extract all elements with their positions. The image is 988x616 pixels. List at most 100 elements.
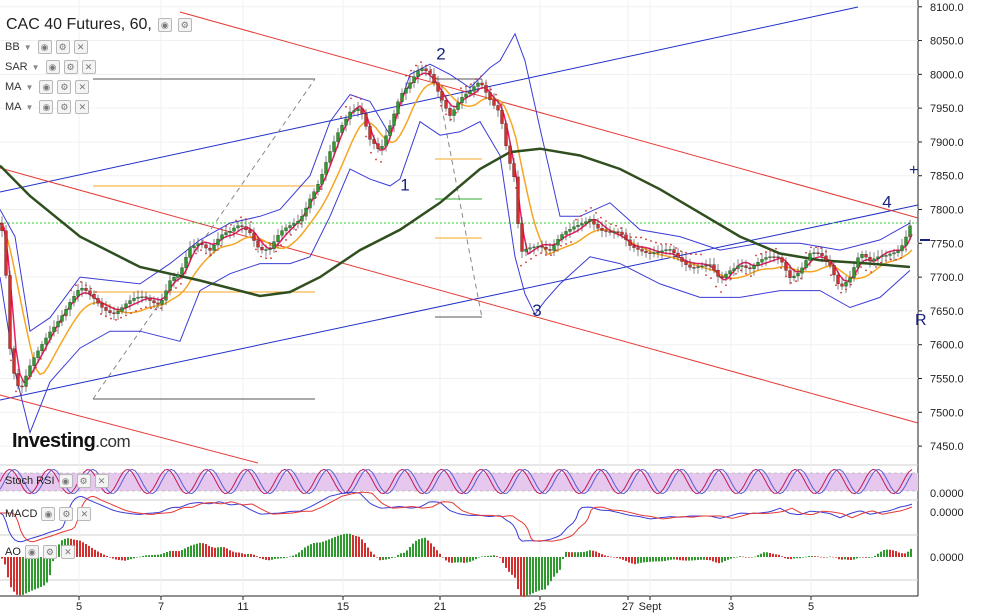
ao-bar bbox=[742, 556, 744, 558]
x-tick-label: 5 bbox=[808, 601, 814, 613]
y-tick-label: 7450.0 bbox=[930, 441, 964, 453]
ao-bar bbox=[388, 557, 390, 559]
x-tick-label: 21 bbox=[434, 601, 446, 613]
ao-bar bbox=[211, 547, 213, 557]
sar-dot bbox=[745, 272, 747, 275]
visibility-eye-icon[interactable]: ◉ bbox=[37, 40, 52, 54]
candle-body bbox=[728, 270, 732, 275]
ao-bar bbox=[523, 557, 525, 597]
close-icon[interactable]: ✕ bbox=[94, 474, 109, 488]
close-icon[interactable]: ✕ bbox=[60, 545, 75, 559]
sar-dot bbox=[215, 249, 217, 251]
close-icon[interactable]: ✕ bbox=[77, 507, 92, 521]
visibility-eye-icon[interactable]: ◉ bbox=[39, 100, 54, 114]
sar-dot bbox=[685, 251, 687, 254]
stoch-rsi-label: Stoch RSI bbox=[5, 475, 55, 487]
candle-body bbox=[764, 257, 768, 260]
ao-bar bbox=[448, 557, 450, 563]
indicator-row-ma-2[interactable]: MA ▼ ◉ ⚙ ✕ bbox=[5, 100, 90, 114]
candle-body bbox=[748, 267, 752, 270]
candle-body bbox=[252, 232, 256, 241]
candle-body bbox=[816, 252, 820, 254]
candle-body bbox=[24, 375, 28, 387]
candle-body bbox=[640, 249, 644, 252]
candle-body bbox=[612, 231, 616, 233]
ao-bar bbox=[802, 557, 804, 558]
ao-bar bbox=[331, 538, 333, 557]
ao-label-row[interactable]: AO ◉ ⚙ ✕ bbox=[5, 545, 75, 559]
candle-body bbox=[272, 241, 276, 249]
sar-dot bbox=[130, 312, 132, 315]
sar-dot bbox=[895, 258, 897, 261]
settings-gear-icon[interactable]: ⚙ bbox=[59, 507, 74, 521]
ao-bar bbox=[487, 555, 489, 557]
visibility-eye-icon[interactable]: ◉ bbox=[58, 474, 73, 488]
ao-bar bbox=[760, 553, 762, 557]
ao-bar bbox=[391, 557, 393, 558]
ao-bar bbox=[478, 557, 480, 558]
ao-bar bbox=[790, 557, 792, 560]
visibility-eye-icon[interactable]: ◉ bbox=[41, 507, 56, 521]
settings-gear-icon[interactable]: ⚙ bbox=[42, 545, 57, 559]
settings-gear-icon[interactable]: ⚙ bbox=[76, 474, 91, 488]
sar-dot bbox=[85, 284, 87, 287]
ao-bar bbox=[694, 557, 696, 561]
settings-gear-icon[interactable]: ⚙ bbox=[177, 18, 192, 32]
ao-bar bbox=[568, 552, 570, 557]
candle-body bbox=[760, 259, 764, 263]
visibility-eye-icon[interactable]: ◉ bbox=[39, 80, 54, 94]
sar-dot bbox=[500, 103, 502, 106]
ao-bar bbox=[484, 556, 486, 557]
sar-dot bbox=[890, 258, 892, 261]
visibility-eye-icon[interactable]: ◉ bbox=[45, 60, 60, 74]
ao-bar bbox=[457, 557, 459, 563]
visibility-eye-icon[interactable]: ◉ bbox=[157, 18, 172, 32]
ao-bar bbox=[232, 551, 234, 557]
ao-bar bbox=[169, 550, 171, 557]
indicator-row-sar[interactable]: SAR ▼ ◉ ⚙ ✕ bbox=[5, 60, 96, 74]
candle-body bbox=[84, 288, 88, 291]
settings-gear-icon[interactable]: ⚙ bbox=[55, 40, 70, 54]
sar-dot bbox=[445, 113, 447, 116]
sar-dot bbox=[580, 215, 582, 217]
close-icon[interactable]: ✕ bbox=[81, 60, 96, 74]
settings-gear-icon[interactable]: ⚙ bbox=[63, 60, 78, 74]
ao-bar bbox=[730, 557, 732, 559]
candle-body bbox=[40, 344, 44, 352]
ao-bar bbox=[607, 556, 609, 557]
ao-bar bbox=[472, 557, 474, 561]
x-tick-label: 7 bbox=[158, 601, 164, 613]
ao-bar bbox=[130, 557, 132, 560]
ao-bar bbox=[214, 547, 216, 557]
candle-body bbox=[872, 258, 876, 262]
settings-gear-icon[interactable]: ⚙ bbox=[57, 80, 72, 94]
ao-bar bbox=[889, 549, 891, 557]
ao-bar bbox=[634, 557, 636, 565]
candle-body bbox=[224, 232, 228, 235]
ao-bar bbox=[463, 557, 465, 563]
sar-dot bbox=[690, 253, 692, 256]
settings-gear-icon[interactable]: ⚙ bbox=[57, 100, 72, 114]
ao-bar bbox=[724, 557, 726, 561]
sar-dot bbox=[100, 313, 102, 315]
candle-body bbox=[488, 92, 492, 101]
ao-bar bbox=[454, 557, 456, 563]
ao-bar bbox=[274, 557, 276, 559]
sar-dot bbox=[380, 160, 382, 163]
close-icon[interactable]: ✕ bbox=[75, 100, 90, 114]
candle-body bbox=[896, 250, 900, 253]
close-icon[interactable]: ✕ bbox=[75, 80, 90, 94]
price-chart[interactable]: 1 2 3 4 8100.0 8050.0 8000.0 7950.0 7900.0 7850.0… bbox=[0, 0, 988, 616]
visibility-eye-icon[interactable]: ◉ bbox=[24, 545, 39, 559]
ao-bar bbox=[583, 551, 585, 557]
close-icon[interactable]: ✕ bbox=[73, 40, 88, 54]
macd-label-row[interactable]: MACD ◉ ⚙ ✕ bbox=[5, 507, 92, 521]
sar-dot bbox=[830, 274, 832, 276]
indicator-row-bb[interactable]: BB ▼ ◉ ⚙ ✕ bbox=[5, 40, 88, 54]
stoch-rsi-label-row[interactable]: Stoch RSI ◉ ⚙ ✕ bbox=[5, 474, 109, 488]
candle-body bbox=[20, 385, 24, 388]
ao-bar bbox=[748, 557, 750, 558]
indicator-row-ma-1[interactable]: MA ▼ ◉ ⚙ ✕ bbox=[5, 80, 90, 94]
ao-bar bbox=[46, 557, 48, 583]
ao-bar bbox=[565, 551, 567, 557]
